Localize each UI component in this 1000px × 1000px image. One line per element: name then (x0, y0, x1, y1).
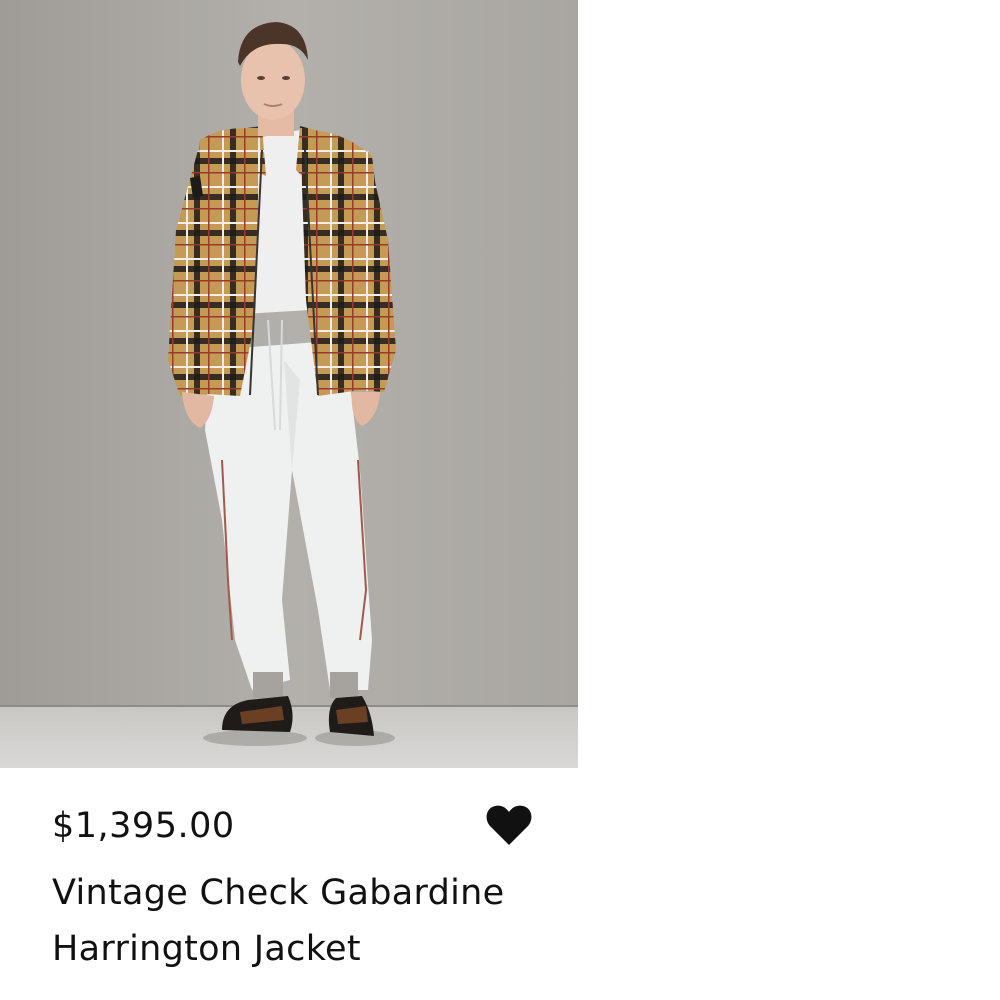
product-image[interactable] (0, 0, 578, 768)
product-card[interactable]: $1,395.00 Vintage Check Gabardine Harrin… (0, 0, 580, 1000)
favorite-button[interactable] (482, 800, 536, 850)
product-price: $1,395.00 (52, 806, 235, 846)
product-photo-icon (0, 0, 578, 768)
heart-icon (486, 805, 532, 845)
product-page: $1,395.00 Vintage Check Gabardine Harrin… (0, 0, 1000, 1000)
product-name-link[interactable]: Vintage Check Gabardine Harrington Jacke… (52, 865, 572, 977)
